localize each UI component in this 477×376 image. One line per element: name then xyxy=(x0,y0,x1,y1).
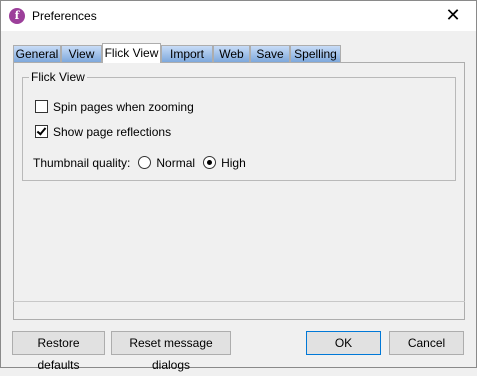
cancel-button[interactable]: Cancel xyxy=(389,331,464,355)
tab-save[interactable]: Save xyxy=(250,45,290,62)
spin-pages-checkbox[interactable] xyxy=(35,100,48,113)
thumbnail-quality-label: Thumbnail quality: xyxy=(33,156,131,170)
radio-dot-icon xyxy=(207,160,213,165)
tab-panel-flick-view: Flick View Spin pages when zooming Show … xyxy=(13,62,465,320)
radio-normal-label[interactable]: Normal xyxy=(156,156,195,170)
group-title: Flick View xyxy=(29,70,87,84)
flick-view-group: Flick View Spin pages when zooming Show … xyxy=(22,70,456,181)
close-icon[interactable]: ✕ xyxy=(430,1,476,31)
checkmark-icon xyxy=(36,125,47,136)
footer-separator xyxy=(13,301,465,302)
thumbnail-quality-row: Thumbnail quality: Normal High xyxy=(33,156,246,172)
spin-pages-label: Spin pages when zooming xyxy=(53,100,194,114)
app-logo-icon: f xyxy=(9,8,25,24)
preferences-window: f Preferences ✕ General View Flick View … xyxy=(0,0,477,372)
tab-general[interactable]: General xyxy=(13,45,61,62)
tab-import[interactable]: Import xyxy=(161,45,213,62)
reset-message-dialogs-button[interactable]: Reset message dialogs xyxy=(111,331,231,372)
show-reflections-checkbox[interactable] xyxy=(35,125,48,138)
tab-spelling[interactable]: Spelling xyxy=(290,45,341,62)
radio-high-label[interactable]: High xyxy=(221,156,246,170)
spin-pages-option[interactable]: Spin pages when zooming xyxy=(35,100,194,116)
radio-high[interactable] xyxy=(203,156,217,169)
radio-normal[interactable] xyxy=(138,156,152,169)
tab-view[interactable]: View xyxy=(61,45,102,62)
ok-button[interactable]: OK xyxy=(306,331,381,355)
title-bar: f Preferences ✕ xyxy=(1,1,476,31)
tab-flick-view[interactable]: Flick View xyxy=(102,43,161,63)
tab-web[interactable]: Web xyxy=(213,45,250,62)
window-title: Preferences xyxy=(32,9,97,23)
show-reflections-label: Show page reflections xyxy=(53,125,172,139)
show-reflections-option[interactable]: Show page reflections xyxy=(35,125,171,141)
restore-defaults-button[interactable]: Restore defaults xyxy=(12,331,105,372)
